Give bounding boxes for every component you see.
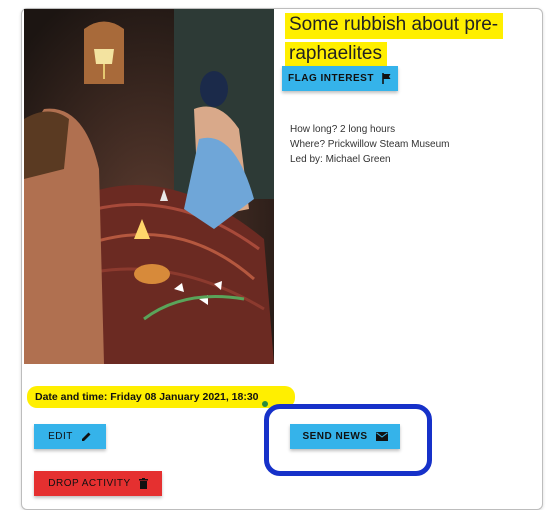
annotation-dot <box>262 401 268 407</box>
flag-interest-label: FLAG INTEREST <box>288 73 374 84</box>
activity-datetime: Date and time: Friday 08 January 2021, 1… <box>35 391 259 403</box>
send-news-button[interactable]: SEND NEWS <box>290 424 400 449</box>
drop-activity-button[interactable]: DROP ACTIVITY <box>34 471 162 496</box>
flag-interest-button[interactable]: FLAG INTEREST <box>282 66 398 91</box>
activity-title: Some rubbish about pre-raphaelites <box>285 10 507 68</box>
pencil-icon <box>81 431 92 442</box>
send-news-label: SEND NEWS <box>302 431 368 442</box>
flag-icon <box>382 73 392 84</box>
activity-details: How long? 2 long hours Where? Prickwillo… <box>290 122 450 167</box>
activity-leader: Led by: Michael Green <box>290 154 391 165</box>
painting-illustration <box>24 9 274 364</box>
drop-activity-label: DROP ACTIVITY <box>48 478 131 489</box>
activity-duration: How long? 2 long hours <box>290 124 396 135</box>
envelope-icon <box>375 432 388 441</box>
activity-image <box>24 9 274 364</box>
edit-button[interactable]: EDIT <box>34 424 106 449</box>
activity-title-wrap: Some rubbish about pre-raphaelites <box>285 10 507 68</box>
edit-label: EDIT <box>48 431 73 442</box>
trash-icon <box>138 478 148 489</box>
activity-location: Where? Prickwillow Steam Museum <box>290 139 450 150</box>
